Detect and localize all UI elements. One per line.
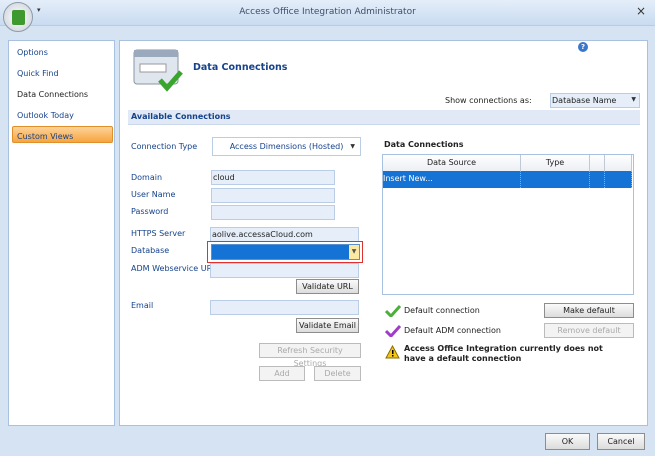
green-check-icon bbox=[385, 305, 401, 317]
remove-default-button[interactable]: Remove default bbox=[544, 323, 634, 338]
database-label: Database bbox=[131, 246, 170, 255]
sidebar-item-options[interactable]: Options bbox=[17, 48, 48, 57]
title-bar: Access Office Integration Administrator … bbox=[0, 0, 655, 26]
chevron-down-icon: ▼ bbox=[349, 245, 359, 259]
https-server-label: HTTPS Server bbox=[131, 229, 186, 238]
make-default-button[interactable]: Make default bbox=[544, 303, 634, 318]
refresh-security-button[interactable]: Refresh Security Settings bbox=[259, 343, 361, 368]
connection-type-value: Access Dimensions (Hosted) bbox=[229, 142, 344, 151]
ok-button[interactable]: OK bbox=[545, 433, 590, 450]
column-header-type[interactable]: Type bbox=[521, 155, 590, 171]
email-label: Email bbox=[131, 301, 154, 310]
password-label: Password bbox=[131, 207, 169, 216]
connection-type-label: Connection Type bbox=[131, 142, 198, 151]
cell-4 bbox=[605, 171, 632, 188]
warning-icon bbox=[385, 345, 400, 359]
sidebar-item-quick-find[interactable]: Quick Find bbox=[17, 69, 59, 78]
chevron-down-icon: ▼ bbox=[631, 96, 636, 103]
validate-email-button[interactable]: Validate Email bbox=[296, 318, 359, 333]
column-header-data-source[interactable]: Data Source bbox=[383, 155, 521, 171]
section-title: Available Connections bbox=[131, 112, 231, 121]
https-server-input[interactable]: aolive.accessaCloud.com bbox=[210, 227, 359, 242]
help-icon[interactable]: ? bbox=[578, 42, 588, 52]
delete-button[interactable]: Delete bbox=[314, 366, 361, 381]
cell-3 bbox=[590, 171, 605, 188]
adm-url-input[interactable] bbox=[210, 263, 359, 278]
show-connections-value: Database Name bbox=[552, 96, 617, 105]
page-title: Data Connections bbox=[193, 62, 288, 73]
app-menu-button[interactable] bbox=[3, 2, 33, 32]
purple-check-icon bbox=[385, 325, 401, 337]
connections-title: Data Connections bbox=[384, 140, 464, 149]
no-default-warning: Access Office Integration currently does… bbox=[404, 344, 603, 363]
sidebar-item-data-connections[interactable]: Data Connections bbox=[17, 90, 88, 99]
add-button[interactable]: Add bbox=[259, 366, 305, 381]
column-header-4[interactable] bbox=[605, 155, 632, 171]
default-connection-legend: Default connection bbox=[404, 306, 480, 315]
cell-data-source: Insert New... bbox=[383, 171, 521, 188]
show-connections-dropdown[interactable]: Database Name ▼ bbox=[550, 93, 640, 108]
column-header-3[interactable] bbox=[590, 155, 605, 171]
default-adm-legend: Default ADM connection bbox=[404, 326, 501, 335]
password-input[interactable] bbox=[211, 205, 335, 220]
sidebar-item-custom-views[interactable]: Custom Views bbox=[17, 132, 73, 141]
adm-url-label: ADM Webservice URL bbox=[131, 264, 217, 273]
connections-grid: Data Source Type Insert New... bbox=[382, 154, 634, 295]
data-connections-header-icon bbox=[133, 49, 183, 92]
connection-type-dropdown[interactable]: Access Dimensions (Hosted) ▼ bbox=[212, 137, 361, 156]
window-title: Access Office Integration Administrator bbox=[239, 7, 416, 17]
quick-access-dropdown-icon[interactable]: ▾ bbox=[37, 6, 41, 14]
username-label: User Name bbox=[131, 190, 176, 199]
domain-label: Domain bbox=[131, 173, 163, 182]
database-dropdown[interactable]: ▼ bbox=[211, 244, 360, 260]
chevron-down-icon: ▼ bbox=[350, 143, 355, 150]
show-connections-label: Show connections as: bbox=[445, 96, 532, 105]
cell-type bbox=[521, 171, 590, 188]
sidebar-item-outlook-today[interactable]: Outlook Today bbox=[17, 111, 74, 120]
domain-input[interactable]: cloud bbox=[211, 170, 335, 185]
validate-url-button[interactable]: Validate URL bbox=[296, 279, 359, 294]
sidebar: Options Quick Find Data Connections Outl… bbox=[8, 40, 115, 426]
email-input[interactable] bbox=[210, 300, 359, 315]
app-logo-icon bbox=[12, 10, 25, 25]
cancel-button[interactable]: Cancel bbox=[597, 433, 645, 450]
username-input[interactable] bbox=[211, 188, 335, 203]
close-icon[interactable]: × bbox=[636, 4, 646, 18]
